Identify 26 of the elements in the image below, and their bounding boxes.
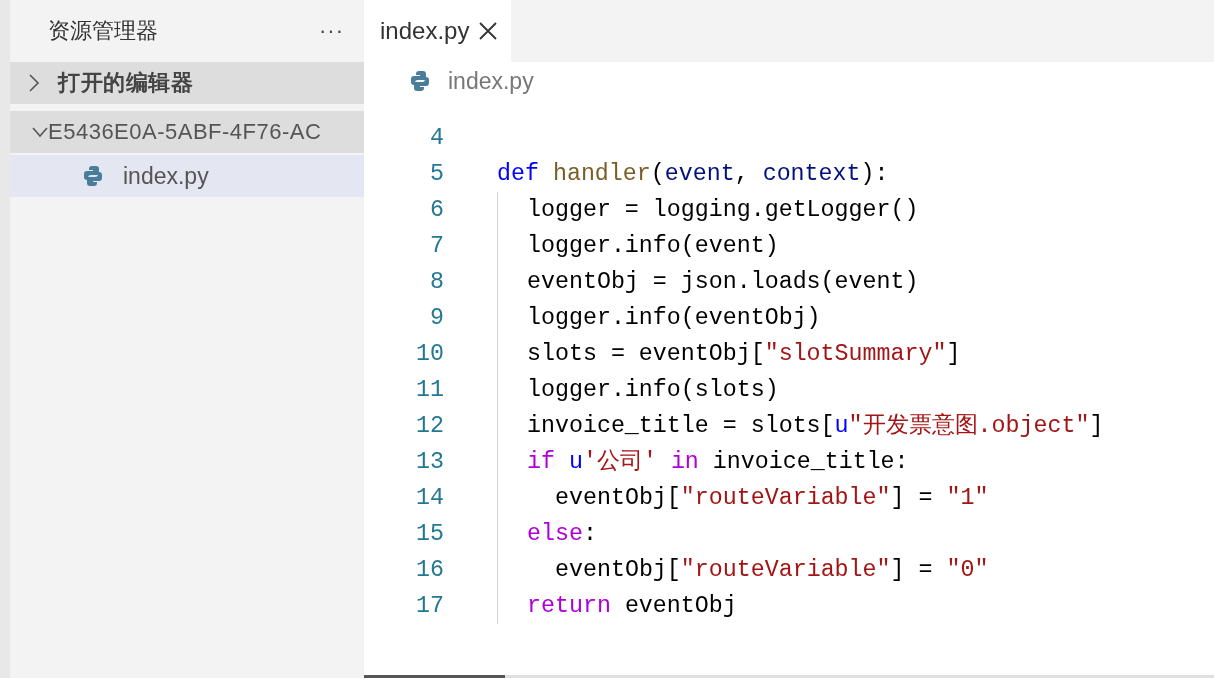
line-number: 9 (429, 305, 444, 331)
file-item[interactable]: index.py (10, 155, 364, 197)
line-number: 6 (429, 197, 444, 223)
line-number: 5 (429, 161, 444, 187)
line-number: 15 (415, 521, 444, 547)
line-number: 4 (429, 125, 444, 151)
more-actions-button[interactable]: ··· (319, 18, 344, 44)
line-number: 16 (415, 557, 444, 583)
section-header[interactable]: E5436E0A-5ABF-4F76-AC (10, 111, 364, 153)
line-number: 8 (429, 269, 444, 295)
chevron-down-icon (32, 126, 48, 138)
editor-tab[interactable]: index.py (364, 0, 512, 62)
line-number: 17 (415, 593, 444, 619)
section-header[interactable]: 打开的编辑器 (10, 62, 364, 104)
line-number: 11 (415, 377, 444, 403)
line-number: 12 (415, 413, 444, 439)
close-icon (479, 22, 498, 40)
line-number: 10 (415, 341, 444, 367)
chevron-right-icon (28, 74, 40, 92)
line-number: 14 (415, 485, 444, 511)
explorer-title: 资源管理器 (48, 17, 158, 45)
python-icon (83, 165, 103, 187)
python-icon (410, 70, 430, 92)
line-number: 13 (415, 449, 444, 475)
code-line: def handler(event, context): (497, 160, 889, 189)
line-number: 7 (429, 233, 444, 259)
